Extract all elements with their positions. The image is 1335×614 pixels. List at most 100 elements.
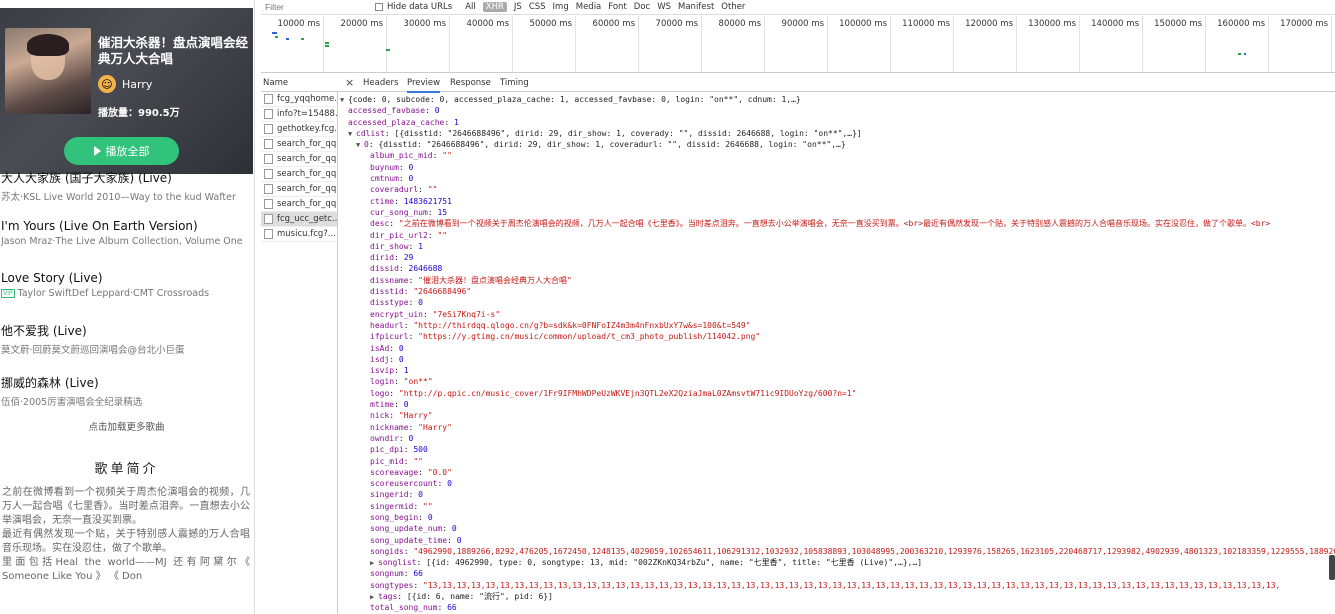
name-column-header[interactable]: Name (263, 78, 288, 88)
timeline-tick: 130000 ms (1028, 16, 1080, 72)
timeline-tick: 10000 ms (278, 16, 324, 72)
file-icon (264, 229, 273, 239)
json-line: dirid: 29 (370, 253, 414, 263)
timeline-tick: 80000 ms (719, 16, 765, 72)
waterfall-bar (301, 38, 304, 40)
json-line: logo: "http://p.qpic.cn/music_cover/1Fr9… (370, 388, 857, 398)
request-row[interactable]: gethotkey.fcg... (261, 122, 337, 137)
request-row[interactable]: search_for_qq... (261, 137, 337, 152)
tab-response[interactable]: Response (450, 78, 491, 88)
song-title: Love Story (Live) (1, 271, 103, 285)
json-line: dir_show: 1 (370, 241, 423, 251)
song-item[interactable]: 挪威的森林 (Live) 伍佰·2005厉害演唱会全纪录精选 (1, 374, 253, 408)
timeline-tick-label: 120000 ms (965, 19, 1013, 29)
close-icon[interactable]: × (345, 76, 354, 89)
request-row[interactable]: search_for_qq... (261, 182, 337, 197)
timeline-tick-label: 30000 ms (403, 19, 446, 29)
filter-type-xhr[interactable]: XHR (482, 2, 507, 12)
filter-type-css[interactable]: CSS (529, 2, 546, 12)
json-line: desc: "之前在微博看到一个视频关于周杰伦演唱会的视频，几万人一起合唱《七里… (370, 219, 1271, 229)
json-line: dir_pic_url2: "" (370, 230, 448, 240)
load-more-link[interactable]: 点击加载更多歌曲 (0, 419, 253, 433)
filter-input[interactable] (261, 0, 371, 14)
json-line[interactable]: ▼ 0: {disstid: "2646688496", dirid: 29, d… (340, 139, 1335, 150)
song-item[interactable]: 大人大家族 (国子大家族) (Live) 苏太·KSL Live World 2… (1, 169, 253, 203)
timeline-tick: 60000 ms (593, 16, 639, 72)
json-line: ctime: 1483621751 (370, 196, 452, 206)
filter-type-all[interactable]: All (465, 2, 476, 12)
play-count: 播放量：990.5万 (98, 108, 180, 119)
json-line[interactable]: ▶ tags: [{id: 6, name: "流行", pid: 6}] (340, 591, 1335, 602)
timeline-tick-label: 50000 ms (529, 19, 572, 29)
json-line: album_pic_mid: "" (370, 151, 452, 161)
intro-text: 之前在微博看到一个视频关于周杰伦演唱会的视频，几万人一起合唱《七里香》。当时差点… (2, 487, 250, 582)
timeline-overview[interactable]: 10000 ms 20000 ms 30000 ms 40000 ms 50000 ms… (261, 16, 1335, 73)
hide-data-urls-toggle[interactable]: Hide data URLs (375, 2, 452, 12)
filter-type-font[interactable]: Font (608, 2, 627, 12)
filter-type-js[interactable]: JS (514, 2, 522, 12)
timeline-tick-label: 80000 ms (718, 19, 761, 29)
filter-type-other[interactable]: Other (721, 2, 745, 12)
screen: 催泪大杀器！盘点演唱会经典万人大合唱 ☺ Harry 播放量：990.5万 播放… (0, 0, 1335, 614)
song-item[interactable]: 他不爱我 (Live) 莫文蔚·回蔚莫文蔚巡回演唱会@台北小巨蛋 (1, 322, 253, 356)
timeline-tick: 50000 ms (530, 16, 576, 72)
request-row[interactable]: search_for_qq... (261, 152, 337, 167)
filter-type-manifest[interactable]: Manifest (678, 2, 714, 12)
request-name: fcg_ucc_getc... (277, 214, 337, 224)
filter-type-media[interactable]: Media (576, 2, 602, 12)
json-line: songtypes: "13,13,13,13,13,13,13,13,13,1… (370, 580, 1281, 590)
json-line: songnum: 66 (370, 569, 423, 579)
request-row[interactable]: search_for_qq... (261, 197, 337, 212)
mobile-page: 催泪大杀器！盘点演唱会经典万人大合唱 ☺ Harry 播放量：990.5万 播放… (0, 0, 255, 614)
song-subtitle: VIP Taylor SwiftDef Leppard·CMT Crossroad… (1, 288, 253, 299)
play-all-button[interactable]: 播放全部 (64, 137, 179, 165)
play-icon (93, 146, 101, 156)
json-line: ifpicurl: "https://y.gtimg.cn/music/comm… (370, 332, 761, 342)
request-name: info?t=15488... (277, 109, 337, 119)
song-subtitle-text: Taylor SwiftDef Leppard·CMT Crossroads (17, 288, 210, 299)
json-line: cmtnum: 0 (370, 174, 414, 184)
creator-avatar[interactable]: ☺ (98, 75, 116, 93)
timeline-tick: 20000 ms (341, 16, 387, 72)
json-line[interactable]: ▼ cdlist: [{disstid: "2646688496", dirid:… (340, 128, 1335, 139)
preview-scrollbar[interactable] (1329, 555, 1335, 580)
tab-timing[interactable]: Timing (500, 78, 529, 88)
timeline-tick: 170000 ms (1280, 16, 1332, 72)
json-line: headurl: "http://thirdqq.qlogo.cn/g?b=sd… (370, 320, 751, 330)
file-icon (264, 109, 273, 119)
song-title: 大人大家族 (国子大家族) (Live) (1, 171, 172, 185)
devtools-network-panel: Hide data URLs All XHR JS CSS Img Media Font Do… (261, 0, 1335, 614)
file-icon (264, 154, 273, 164)
song-item[interactable]: Love Story (Live) VIP Taylor SwiftDef Lep… (1, 271, 253, 299)
request-name: search_for_qq... (277, 199, 337, 209)
creator-name[interactable]: Harry (122, 78, 152, 91)
playlist-cover-image[interactable] (5, 28, 91, 114)
song-item[interactable]: I'm Yours (Live On Earth Version) Jason … (1, 219, 253, 247)
waterfall-bar (1244, 53, 1246, 55)
timeline-tick: 70000 ms (656, 16, 702, 72)
request-row[interactable]: fcg_ucc_getc... (261, 212, 337, 227)
filter-type-img[interactable]: Img (553, 2, 569, 12)
playlist-creator[interactable]: ☺ Harry (98, 75, 152, 93)
waterfall-bar (286, 38, 289, 40)
hide-data-urls-checkbox[interactable] (375, 3, 383, 11)
hide-data-urls-label: Hide data URLs (387, 2, 453, 12)
json-line: accessed_favbase: 0 (348, 106, 440, 116)
json-line: owndir: 0 (370, 433, 414, 443)
timeline-tick: 40000 ms (467, 16, 513, 72)
tab-preview[interactable]: Preview (407, 78, 441, 93)
request-row[interactable]: search_for_qq... (261, 167, 337, 182)
json-line[interactable]: ▼ {code: 0, subcode: 0, accessed_plaza_ca… (340, 94, 1335, 105)
timeline-tick-label: 60000 ms (592, 19, 635, 29)
request-row[interactable]: fcg_yqqhome... (261, 92, 337, 107)
filter-type-doc[interactable]: Doc (634, 2, 650, 12)
json-line: encrypt_uin: "7eSi7Knq7i-s" (370, 309, 501, 319)
json-line[interactable]: ▶ songlist: [{id: 4962990, type: 0, songt… (340, 557, 1335, 568)
filter-type-ws[interactable]: WS (657, 2, 671, 12)
tab-headers[interactable]: Headers (363, 78, 398, 88)
json-line: singerid: 0 (370, 490, 423, 500)
request-row[interactable]: info?t=15488... (261, 107, 337, 122)
column-headers: Name × Headers Preview Response Timing (261, 74, 1335, 93)
request-row[interactable]: musicu.fcg?... (261, 227, 337, 242)
timeline-tick-label: 160000 ms (1217, 19, 1265, 29)
